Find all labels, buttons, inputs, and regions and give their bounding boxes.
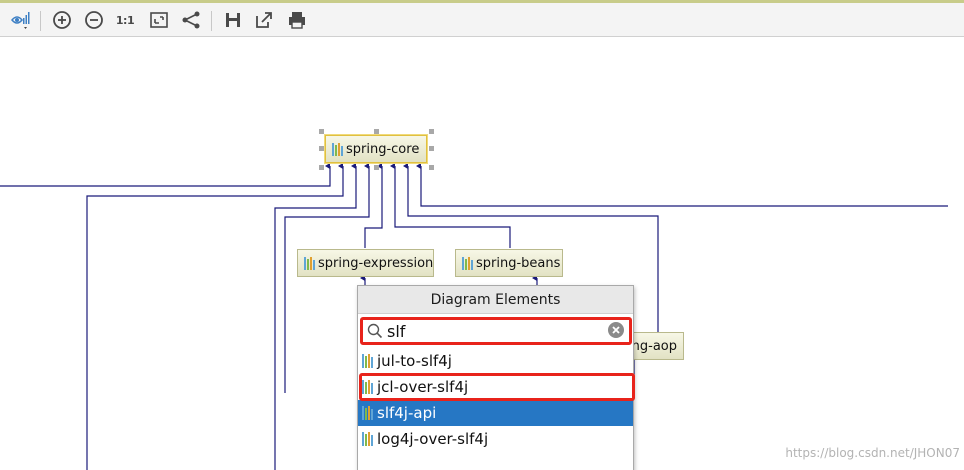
diagram-toolbar: 1:1 — [0, 3, 964, 37]
selection-handle[interactable] — [429, 146, 434, 151]
edge — [416, 163, 948, 207]
save-icon — [226, 13, 240, 27]
node-label: spring-beans — [476, 255, 561, 271]
list-item[interactable]: log4j-over-slf4j — [358, 426, 633, 452]
toolbar-separator — [211, 11, 212, 31]
fit-content-button[interactable] — [148, 9, 170, 31]
search-box[interactable] — [360, 317, 632, 345]
actual-size-label: 1:1 — [115, 13, 135, 27]
node-label: ng-aop — [631, 338, 677, 354]
list-item-selected[interactable]: slf4j-api — [358, 400, 633, 426]
library-icon — [362, 405, 373, 420]
library-icon — [332, 142, 343, 156]
fit-content-icon — [150, 12, 168, 28]
selection-handle[interactable] — [374, 165, 379, 170]
eye-dropdown-icon — [11, 12, 30, 29]
node-spring-core[interactable]: spring-core — [325, 135, 427, 163]
clear-search-icon[interactable] — [608, 322, 624, 338]
export-icon — [256, 12, 272, 28]
popup-title: Diagram Elements — [358, 286, 633, 314]
save-button[interactable] — [222, 9, 244, 31]
zoom-in-button[interactable] — [51, 9, 73, 31]
library-icon — [362, 379, 373, 394]
search-icon — [367, 323, 383, 339]
toolbar-separator — [40, 11, 41, 31]
node-spring-beans[interactable]: spring-beans — [455, 249, 563, 277]
search-input[interactable] — [387, 321, 587, 341]
node-label: spring-expression — [318, 255, 434, 271]
edge — [274, 163, 357, 470]
print-button[interactable] — [286, 9, 308, 31]
list-item-label: slf4j-api — [377, 404, 437, 422]
list-item-label: jcl-over-slf4j — [377, 378, 469, 396]
selection-handle[interactable] — [429, 129, 434, 134]
list-item[interactable]: jul-to-slf4j — [358, 348, 633, 374]
elements-list: jul-to-slf4j jcl-over-slf4j slf4j-api lo… — [358, 348, 633, 452]
library-icon — [362, 353, 373, 368]
list-item[interactable]: jcl-over-slf4j — [358, 374, 633, 400]
graph-layout-icon — [182, 11, 200, 29]
selection-handle[interactable] — [319, 129, 324, 134]
zoom-in-icon — [53, 11, 71, 29]
selection-handle[interactable] — [319, 146, 324, 151]
edge — [0, 163, 331, 187]
edge — [364, 163, 383, 248]
zoom-out-button[interactable] — [83, 9, 105, 31]
library-icon — [304, 256, 315, 270]
diagram-elements-popup: Diagram Elements jul-to-slf4j jcl-over-s… — [357, 285, 635, 470]
selection-handle[interactable] — [374, 129, 379, 134]
watermark: https://blog.csdn.net/JHON07 — [785, 446, 960, 460]
library-icon — [462, 256, 473, 270]
edge — [86, 163, 344, 470]
actual-size-button[interactable]: 1:1 — [114, 9, 136, 31]
export-button[interactable] — [253, 9, 275, 31]
layout-button[interactable] — [180, 9, 202, 31]
node-spring-expression[interactable]: spring-expression — [297, 249, 434, 277]
node-label: spring-core — [346, 141, 420, 157]
list-item-label: jul-to-slf4j — [377, 352, 452, 370]
printer-icon — [289, 12, 305, 29]
selection-handle[interactable] — [319, 165, 324, 170]
library-icon — [362, 431, 373, 446]
selection-handle[interactable] — [429, 165, 434, 170]
view-options-button[interactable] — [10, 9, 32, 31]
list-item-label: log4j-over-slf4j — [377, 430, 489, 448]
zoom-out-icon — [85, 11, 103, 29]
edge — [390, 163, 511, 248]
